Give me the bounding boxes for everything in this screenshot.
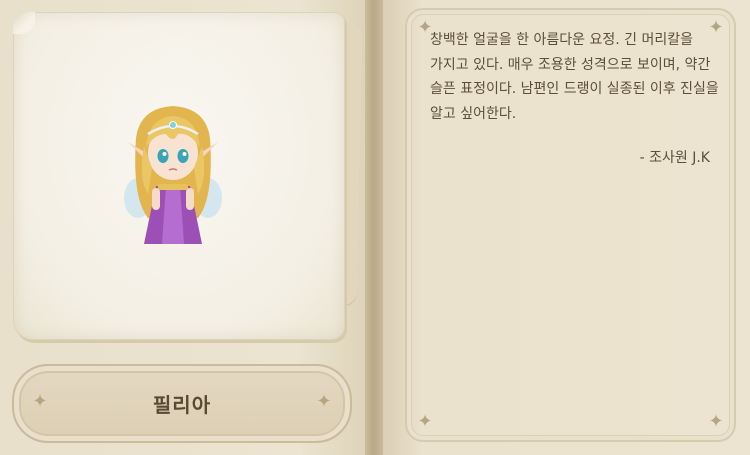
name-plate: ✦ 필리아 ✦	[12, 364, 352, 443]
fairy-portrait	[124, 106, 222, 244]
sparkle-icon: ✦	[708, 411, 724, 432]
sparkle-icon: ✦	[417, 411, 433, 432]
sparkle-icon: ✦	[316, 391, 332, 412]
character-name: 필리아	[152, 393, 212, 417]
author-signature: - 조사원 J.K	[639, 150, 710, 166]
book-spine	[365, 0, 383, 455]
character-description: 창백한 얼굴을 한 아름다운 요정. 긴 머리칼을 가지고 있다. 매우 조용한…	[430, 32, 719, 122]
